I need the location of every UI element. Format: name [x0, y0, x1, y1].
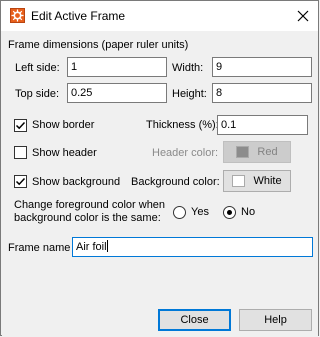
show-header-label: Show header	[32, 147, 97, 159]
top-side-input[interactable]: 0.25	[67, 83, 167, 103]
window-title: Edit Active Frame	[31, 9, 126, 23]
foreground-yes-radio[interactable]	[173, 206, 186, 219]
close-icon[interactable]	[288, 1, 318, 31]
left-side-input[interactable]: 1	[67, 57, 167, 77]
top-side-label: Top side:	[15, 88, 60, 100]
height-input[interactable]: 8	[212, 83, 312, 103]
background-color-swatch	[232, 175, 246, 187]
show-background-label: Show background	[32, 176, 121, 188]
left-side-label: Left side:	[15, 62, 60, 74]
show-background-checkbox[interactable]	[14, 175, 27, 188]
frame-dimensions-heading: Frame dimensions (paper ruler units)	[8, 39, 189, 51]
help-button[interactable]: Help	[239, 309, 312, 331]
checkmark-icon	[15, 121, 26, 130]
thickness-input[interactable]: 0.1	[217, 115, 308, 135]
width-label: Width:	[172, 62, 204, 74]
foreground-no-label: No	[241, 206, 256, 218]
frame-name-label: Frame name	[8, 242, 71, 254]
show-border-label: Show border	[32, 119, 95, 131]
frame-name-value: Air foil	[76, 241, 107, 253]
title-bar[interactable]: Edit Active Frame	[1, 1, 318, 31]
radio-selected-dot	[227, 210, 232, 215]
header-color-name: Red	[257, 146, 278, 158]
checkmark-icon	[15, 177, 26, 186]
background-color-button[interactable]: White	[223, 170, 291, 192]
foreground-question-line2: background color is the same:	[14, 212, 161, 224]
background-color-label: Background color:	[131, 176, 220, 188]
foreground-yes-label: Yes	[191, 206, 209, 218]
foreground-question-line1: Change foreground color when	[14, 199, 166, 211]
show-border-checkbox[interactable]	[14, 119, 27, 132]
show-header-checkbox[interactable]	[14, 146, 27, 159]
close-button[interactable]: Close	[158, 309, 231, 331]
text-cursor	[106, 240, 108, 252]
background-color-name: White	[253, 175, 282, 187]
width-input[interactable]: 9	[212, 57, 312, 77]
dialog-window: Edit Active Frame Frame dimensions (pape…	[0, 0, 319, 336]
foreground-no-radio[interactable]	[223, 206, 236, 219]
header-color-swatch	[236, 146, 250, 158]
thickness-label: Thickness (%):	[146, 119, 219, 131]
height-label: Height:	[172, 88, 207, 100]
header-color-button[interactable]: Red	[223, 141, 291, 163]
frame-name-input[interactable]: Air foil	[72, 237, 313, 257]
frame-settings-icon	[10, 8, 25, 23]
header-color-label: Header color:	[152, 147, 219, 159]
